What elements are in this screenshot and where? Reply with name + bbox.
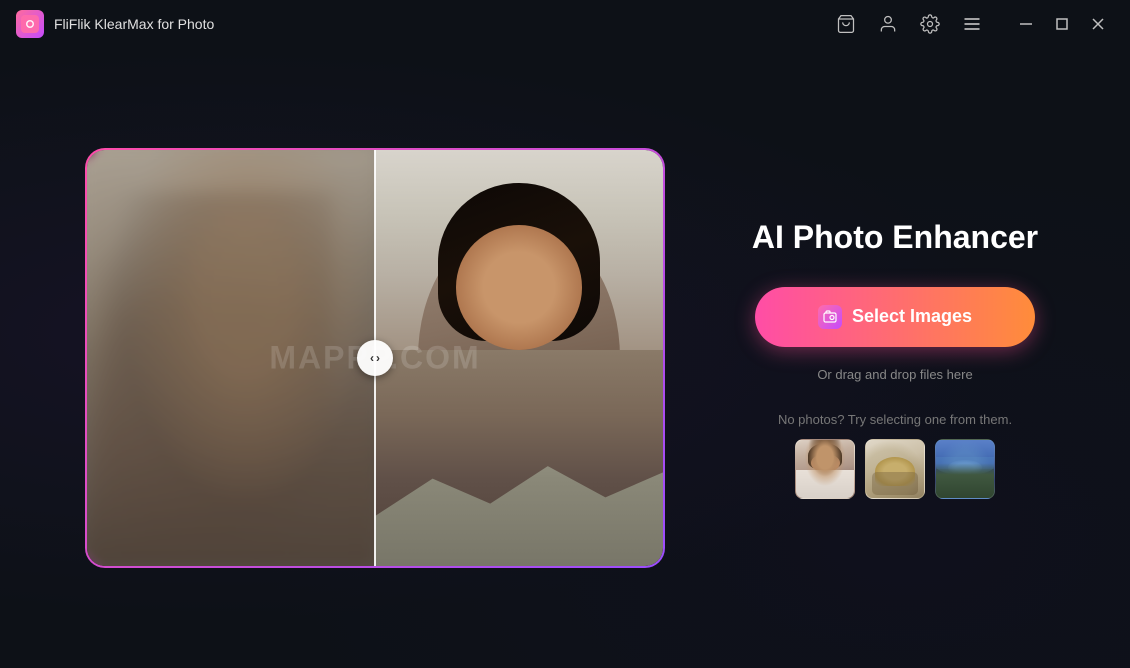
user-icon[interactable] <box>876 12 900 36</box>
cart-icon[interactable] <box>834 12 858 36</box>
sample-thumb-portrait[interactable] <box>795 439 855 499</box>
blurred-figure <box>101 192 331 546</box>
maximize-button[interactable] <box>1046 8 1078 40</box>
close-button[interactable] <box>1082 8 1114 40</box>
app-title: FliFlik KlearMax for Photo <box>54 16 214 32</box>
select-images-label: Select Images <box>852 306 972 327</box>
titlebar-right <box>834 8 1114 40</box>
app-icon <box>16 10 44 38</box>
preview-panel: MAPPP.COM ‹ › <box>85 148 665 568</box>
window-controls <box>1010 8 1114 40</box>
sample-section: No photos? Try selecting one from them. <box>778 412 1012 499</box>
select-images-button-icon <box>818 305 842 329</box>
menu-icon[interactable] <box>960 12 984 36</box>
slider-handle[interactable]: ‹ › <box>357 340 393 376</box>
main-content: MAPPP.COM ‹ › AI Photo Enhancer <box>0 48 1130 668</box>
right-panel: AI Photo Enhancer Select Images Or drag … <box>745 217 1045 499</box>
sample-thumb-landscape[interactable] <box>935 439 995 499</box>
enhancer-title: AI Photo Enhancer <box>752 217 1038 259</box>
titlebar-left: FliFlik KlearMax for Photo <box>16 10 214 38</box>
slider-arrows: ‹ › <box>370 351 380 365</box>
sample-photos <box>795 439 995 499</box>
photo-right-sharp <box>375 150 663 566</box>
preview-inner: MAPPP.COM ‹ › <box>87 150 663 566</box>
titlebar: FliFlik KlearMax for Photo <box>0 0 1130 48</box>
select-images-button[interactable]: Select Images <box>755 287 1035 347</box>
sample-thumb-stilllife[interactable] <box>865 439 925 499</box>
sample-hint: No photos? Try selecting one from them. <box>778 412 1012 427</box>
settings-icon[interactable] <box>918 12 942 36</box>
minimize-button[interactable] <box>1010 8 1042 40</box>
photo-left-blurred <box>87 150 375 566</box>
drag-drop-text: Or drag and drop files here <box>817 367 972 382</box>
